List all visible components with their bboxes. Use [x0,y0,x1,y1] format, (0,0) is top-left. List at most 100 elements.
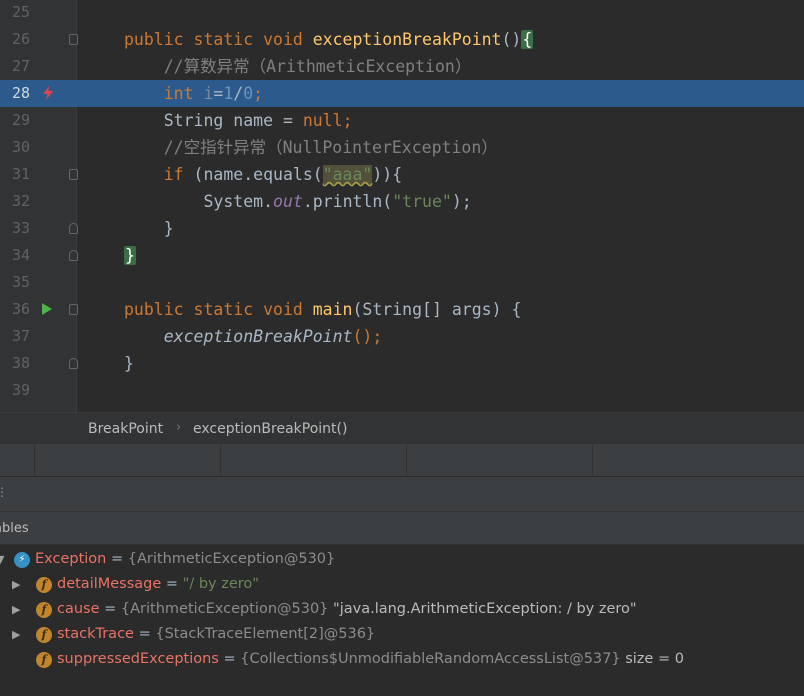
exception-breakpoint-icon[interactable] [40,85,54,101]
code-line[interactable]: 36 public static void main(String[] args)… [0,296,804,323]
code-token: )){ [372,165,403,184]
code-line[interactable]: 38} [0,350,804,377]
fold-marker-icon[interactable] [69,34,78,45]
equals-sign: = [133,626,156,642]
code-token: ); [451,192,472,211]
code-line[interactable]: 37 exceptionBreakPoint(); [0,323,804,350]
variable-row[interactable]: f suppressedExceptions = {Collections$Unm… [0,647,804,672]
expand-arrow-icon[interactable]: ▶ [12,622,20,647]
variable-row[interactable]: ▼ ⚡ Exception = {ArithmeticException@530} [0,547,804,572]
collapse-arrow-icon[interactable]: ▼ [0,547,4,572]
variable-name: suppressedExceptions [57,651,219,667]
line-number[interactable]: 34 [0,242,30,269]
code-text[interactable]: //空指针异常（NullPointerException） [124,134,498,161]
code-token: 0 [243,84,254,103]
code-token: exceptionBreakPoint [124,327,353,346]
variable-value: "/ by zero" [182,576,259,592]
code-token: = [213,84,224,103]
variables-title: ables [0,521,29,536]
line-number[interactable]: 30 [0,134,30,161]
line-number[interactable]: 33 [0,215,30,242]
fold-marker-icon[interactable] [69,304,78,315]
code-token: public static void [124,300,313,319]
code-text[interactable]: if (name.equals("aaa")){ [124,161,402,188]
fold-marker-icon[interactable] [69,223,78,234]
fold-marker-icon[interactable] [69,169,78,180]
code-text[interactable]: } [124,350,134,377]
variable-name: detailMessage [57,576,162,592]
variable-row[interactable]: ▶ f cause = {ArithmeticException@530} "jav… [0,597,804,622]
line-number[interactable]: 38 [0,350,30,377]
code-text[interactable]: System.out.println("true"); [124,188,472,215]
code-line[interactable]: 32 System.out.println("true"); [0,188,804,215]
variable-row[interactable]: ▶ f detailMessage = "/ by zero" [0,572,804,597]
code-line[interactable]: 39 [0,377,804,404]
tab-divider [34,444,35,476]
line-number[interactable]: 29 [0,107,30,134]
fold-marker-icon[interactable] [69,358,78,369]
code-text[interactable]: } [124,242,136,269]
variable-row[interactable]: ▶ f stackTrace = {StackTraceElement[2]@536… [0,622,804,647]
code-line[interactable]: 33 } [0,215,804,242]
field-icon: f [36,627,52,643]
line-number[interactable]: 32 [0,188,30,215]
code-line[interactable]: 27 //算数异常（ArithmeticException） [0,53,804,80]
code-token: } [124,219,174,238]
code-line[interactable]: 29 String name = null; [0,107,804,134]
variable-name: stackTrace [57,626,134,642]
variables-header: ables [0,512,804,545]
code-line[interactable]: 35 [0,269,804,296]
equals-sign: = [106,551,128,567]
variable-text: detailMessage = "/ by zero" [57,572,259,597]
breadcrumb-class[interactable]: BreakPoint [88,421,163,437]
code-text[interactable]: public static void main(String[] args) { [124,296,521,323]
code-text[interactable]: String name = null; [124,107,353,134]
fold-marker-icon[interactable] [69,250,78,261]
code-token: ; [342,111,353,130]
variable-type: {StackTraceElement[2]@536} [155,626,376,642]
code-line[interactable]: 26 public static void exceptionBreakPoint… [0,26,804,53]
code-token: System. [124,192,274,211]
line-number[interactable]: 36 [0,296,30,323]
breadcrumb-method[interactable]: exceptionBreakPoint() [193,421,347,437]
line-number[interactable]: 26 [0,26,30,53]
code-line[interactable]: 25 [0,0,804,26]
line-number[interactable]: 39 [0,377,30,404]
equals-sign: = [218,651,241,667]
code-text[interactable]: } [124,215,174,242]
equals-sign: = [161,576,183,592]
line-number[interactable]: 28 [0,80,30,107]
code-text[interactable]: //算数异常（ArithmeticException） [124,53,472,80]
code-token: (String[] args) { [352,300,522,319]
code-token: public static void [124,30,313,49]
code-text[interactable]: public static void exceptionBreakPoint()… [124,26,534,53]
variable-extra: size = 0 [625,651,684,667]
code-text[interactable]: int i=1/0; [124,80,263,107]
variable-type: {ArithmeticException@530} [127,551,336,567]
code-token: () [501,30,522,49]
more-options-icon[interactable]: ⋮ [0,485,8,499]
code-token: if [124,165,194,184]
run-icon[interactable] [40,301,54,317]
code-line[interactable]: 30 //空指针异常（NullPointerException） [0,134,804,161]
variable-text: stackTrace = {StackTraceElement[2]@536} [57,622,375,647]
field-icon: f [36,652,52,668]
code-line[interactable]: 34} [0,242,804,269]
expand-arrow-icon[interactable]: ▶ [12,572,20,597]
code-line[interactable]: 28 int i=1/0; [0,80,804,107]
line-number[interactable]: 35 [0,269,30,296]
line-number[interactable]: 27 [0,53,30,80]
code-token: String name = [124,111,303,130]
code-token: exceptionBreakPoint [312,30,502,49]
code-line[interactable]: 31 if (name.equals("aaa")){ [0,161,804,188]
line-number[interactable]: 31 [0,161,30,188]
code-editor[interactable]: 25 26 public static void exceptionBreakPoi… [0,0,804,412]
code-token: (); [352,327,383,346]
code-token: int [124,84,204,103]
expand-arrow-icon[interactable]: ▶ [12,597,20,622]
line-number[interactable]: 25 [0,0,30,26]
code-text[interactable]: exceptionBreakPoint(); [124,323,383,350]
variables-tree[interactable]: ▼ ⚡ Exception = {ArithmeticException@530} … [0,545,804,696]
code-token: { [521,30,534,49]
line-number[interactable]: 37 [0,323,30,350]
